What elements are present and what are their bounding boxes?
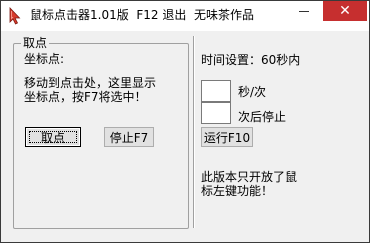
focus-rect xyxy=(29,131,77,143)
coordinate-label: 坐标点: xyxy=(24,52,65,66)
time-setting-label: 时间设置：60秒内 xyxy=(201,53,301,67)
interval-input[interactable] xyxy=(201,80,231,102)
close-button[interactable]: ✕ xyxy=(323,1,367,21)
stop-after-input[interactable] xyxy=(201,102,231,124)
note-line-2: 标左键功能！ xyxy=(201,184,274,198)
interval-unit-label: 秒/次 xyxy=(238,85,267,99)
group-title: 取点 xyxy=(21,36,50,50)
close-icon: ✕ xyxy=(339,3,351,19)
stop-button-label: 停止F7 xyxy=(109,131,149,145)
note-line-1: 此版本只开放了鼠 xyxy=(201,170,298,184)
window-title: 鼠标点击器1.01版 F12 退出 无味茶作品 xyxy=(30,8,254,22)
title-bar[interactable]: 鼠标点击器1.01版 F12 退出 无味茶作品 ✕ xyxy=(1,1,369,31)
panel-divider xyxy=(193,36,195,228)
stop-button[interactable]: 停止F7 xyxy=(104,127,154,147)
stop-after-unit-label: 次后停止 xyxy=(238,110,287,124)
instruction-line-2: 坐标点，按F7将选中！ xyxy=(24,90,147,104)
run-button-label: 运行F10 xyxy=(203,131,251,145)
mouse-cursor-icon xyxy=(9,7,21,25)
pick-point-button[interactable]: 取点 xyxy=(25,127,81,147)
minimize-button[interactable] xyxy=(290,1,318,21)
instruction-line-1: 移动到点击处，这里显示 xyxy=(24,76,157,90)
run-button[interactable]: 运行F10 xyxy=(201,127,253,147)
